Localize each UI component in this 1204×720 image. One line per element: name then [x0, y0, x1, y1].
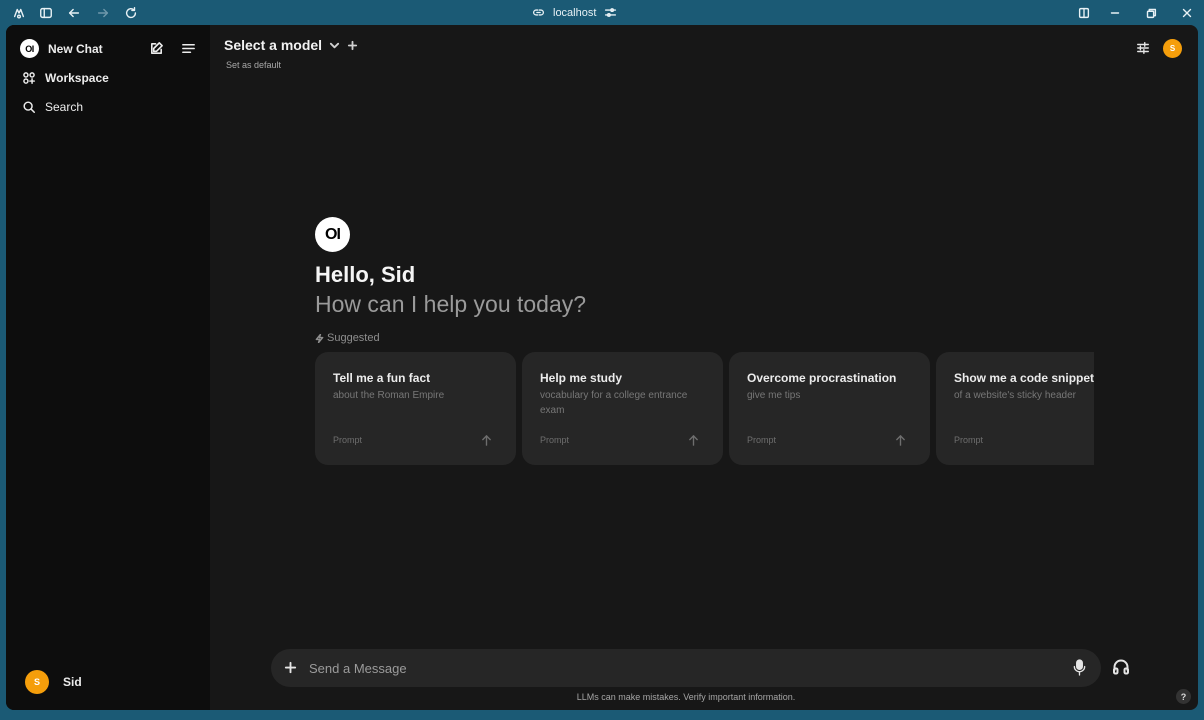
browser-titlebar: localhost — [0, 0, 1204, 25]
chevron-down-icon — [329, 42, 340, 48]
model-selector-label: Select a model — [224, 37, 323, 53]
greeting: Hello, Sid — [315, 262, 416, 287]
card-title: Tell me a fun fact — [333, 371, 431, 385]
disclaimer-text: LLMs can make mistakes. Verify important… — [576, 692, 796, 702]
arrow-up-icon — [688, 433, 701, 446]
extensions-icon[interactable] — [10, 4, 27, 21]
sidebar-item-search[interactable]: Search — [22, 100, 83, 114]
settings-sliders-icon[interactable] — [604, 6, 617, 19]
set-as-default-link[interactable]: Set as default — [226, 60, 281, 70]
suggestion-card[interactable]: Tell me a fun fact about the Roman Empir… — [315, 352, 516, 465]
reload-icon[interactable] — [122, 4, 139, 21]
search-label: Search — [45, 100, 84, 114]
app-logo: OI — [20, 39, 39, 58]
card-tag: Prompt — [747, 435, 777, 445]
sidebar-item-workspace[interactable]: Workspace — [22, 71, 109, 85]
headphones-icon[interactable] — [1112, 658, 1132, 678]
card-tag: Prompt — [540, 435, 570, 445]
message-composer — [271, 649, 1101, 687]
arrow-up-icon — [895, 433, 908, 446]
microphone-icon[interactable] — [1072, 659, 1088, 677]
menu-icon[interactable] — [178, 38, 198, 58]
card-title: Help me study — [540, 371, 623, 385]
add-model-icon[interactable] — [347, 40, 358, 51]
search-icon — [23, 101, 35, 113]
link-icon — [532, 9, 545, 16]
suggestion-cards: Tell me a fun fact about the Roman Empir… — [315, 352, 1094, 466]
message-input[interactable] — [309, 657, 1049, 679]
header-user-avatar[interactable]: S — [1163, 39, 1182, 58]
card-tag: Prompt — [954, 435, 984, 445]
model-selector[interactable]: Select a model — [224, 37, 358, 53]
hero-logo: OI — [315, 217, 350, 252]
minimize-icon[interactable] — [1106, 4, 1123, 21]
suggestion-card[interactable]: Show me a code snippet of a website's st… — [936, 352, 1094, 465]
card-subtitle: vocabulary for a college entrance exam — [540, 390, 688, 416]
card-subtitle: of a website's sticky header — [954, 390, 1076, 401]
close-icon[interactable] — [1178, 4, 1195, 21]
card-title: Overcome procrastination — [747, 371, 897, 385]
chat-controls-icon[interactable] — [1136, 41, 1152, 57]
address-bar[interactable]: localhost — [532, 4, 617, 21]
workspace-grid-icon — [23, 72, 35, 84]
suggested-label: Suggested — [327, 332, 380, 344]
new-chat-button[interactable]: OI New Chat — [20, 39, 103, 58]
card-tag: Prompt — [333, 435, 363, 445]
back-arrow-icon[interactable] — [65, 4, 82, 21]
suggestion-card[interactable]: Help me study vocabulary for a college e… — [522, 352, 723, 465]
restore-icon[interactable] — [1142, 4, 1159, 21]
sidebar-toggle-icon[interactable] — [37, 4, 54, 21]
url-text: localhost — [553, 6, 597, 19]
forward-arrow-icon[interactable] — [94, 4, 111, 21]
app-window: OI New Chat Workspace Search S Sid Selec… — [6, 25, 1198, 710]
compose-icon[interactable] — [146, 38, 166, 58]
sidebar: OI New Chat Workspace Search S Sid — [6, 25, 210, 710]
card-title: Show me a code snippet — [954, 371, 1094, 385]
new-chat-label: New Chat — [48, 41, 103, 56]
user-avatar: S — [25, 670, 49, 694]
user-name: Sid — [63, 675, 82, 689]
help-button[interactable]: ? — [1176, 689, 1191, 704]
add-attachment-icon[interactable] — [283, 660, 299, 676]
card-subtitle: about the Roman Empire — [333, 390, 445, 401]
bolt-icon — [315, 333, 324, 343]
user-menu[interactable]: S Sid — [25, 670, 82, 694]
card-subtitle: give me tips — [747, 390, 801, 401]
suggestion-card[interactable]: Overcome procrastination give me tips Pr… — [729, 352, 930, 465]
greeting-subtitle: How can I help you today? — [315, 291, 587, 317]
arrow-up-icon — [481, 433, 494, 446]
suggested-heading: Suggested — [315, 332, 380, 344]
workspace-label: Workspace — [45, 71, 109, 85]
split-view-icon[interactable] — [1075, 4, 1092, 21]
